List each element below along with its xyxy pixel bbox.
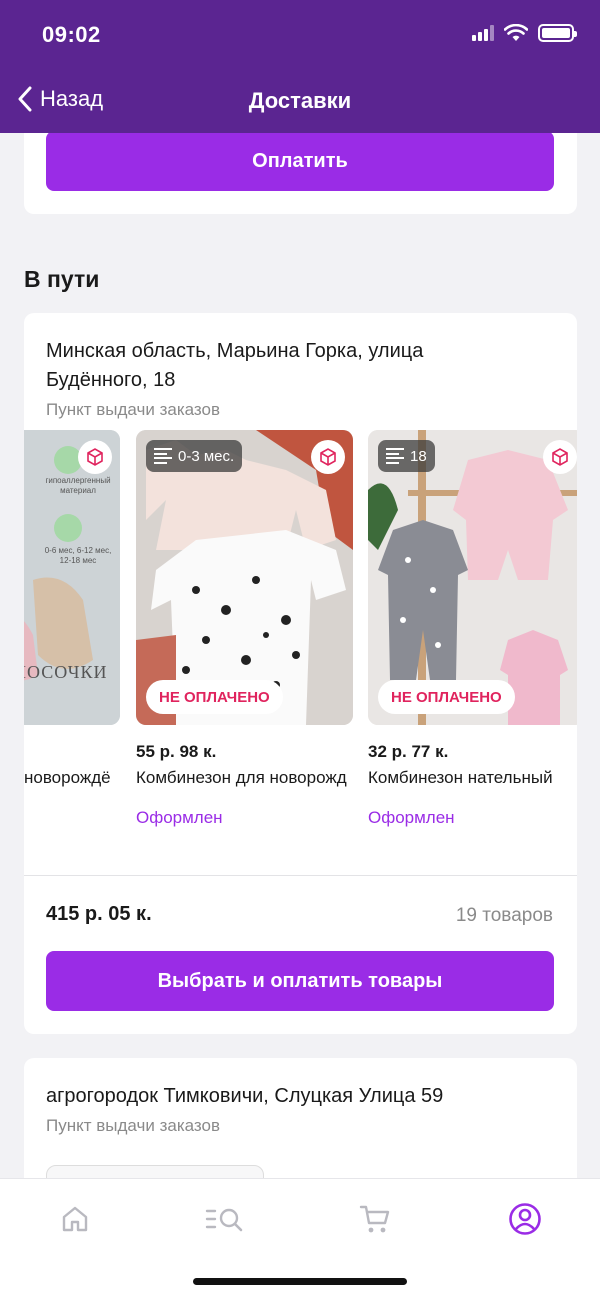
deliveries-list[interactable]: Оплатить В пути Минская область, Марьина… [0,133,600,1178]
age-badge: 0-3 мес. [146,440,243,472]
catalog-search-icon [205,1208,243,1232]
battery-icon [538,24,577,42]
item-price: 55 р. 98 к. [136,742,217,761]
unpaid-badge: НЕ ОПЛАЧЕНО [378,680,515,714]
tab-catalog[interactable] [205,1199,245,1239]
item-name: Комбинезон для новорожд [136,768,347,787]
status-icons [472,24,577,42]
list-icon [154,448,172,464]
item-price: 32 р. 77 к. [368,742,449,761]
tab-cart[interactable] [355,1199,395,1239]
delivery-address: Минская область, Марьина Горка, улица Бу… [46,340,424,391]
wifi-icon [504,24,528,41]
page-title: Доставки [248,88,352,113]
item-name: новорождё [24,768,111,787]
home-icon [62,1206,88,1232]
tab-profile[interactable] [505,1199,545,1239]
image-caption: НОСОЧКИ [24,662,108,682]
select-and-pay-button[interactable]: Выбрать и оплатить товары [46,951,554,1011]
delivery-card: Минская область, Марьина Горка, улица Бу… [24,313,577,1034]
delivery-total: 415 р. 05 к. [46,903,152,925]
divider [24,875,577,876]
home-indicator [193,1278,407,1285]
box-icon [78,440,112,474]
delivery-card-top: Оплатить [24,133,577,214]
item-image: 0-3 мес. НЕ ОПЛАЧЕНО [136,430,353,725]
status-time: 09:02 [42,22,101,47]
delivery-count: 19 товаров [455,905,553,926]
items-carousel[interactable]: гипоаллергенный материал 0-6 мес, 6-12 м… [24,430,577,850]
box-icon [543,440,577,474]
image-caption: гипоаллергенный материал [45,476,111,495]
item-status: Оформлен [136,808,223,827]
delivery-card: агрогородок Тимковичи, Слуцкая Улица 59 … [24,1058,577,1178]
header-bar: 09:02 Назад Доставки [0,0,600,133]
cart-icon [359,1205,390,1233]
delivery-address: агрогородок Тимковичи, Слуцкая Улица 59 [46,1085,444,1107]
signal-icon [472,25,494,41]
item-card[interactable] [46,1165,264,1178]
unpaid-badge: НЕ ОПЛАЧЕНО [146,680,283,714]
item-status: Оформлен [368,808,455,827]
item-image: гипоаллергенный материал 0-6 мес, 6-12 м… [24,430,120,725]
image-caption: 0-6 мес, 6-12 мес, 12-18 мес [44,546,112,565]
delivery-type: Пункт выдачи заказов [46,1116,220,1135]
delivery-type: Пункт выдачи заказов [46,400,220,419]
count-badge: 18 [378,440,435,472]
tab-home[interactable] [55,1199,95,1239]
section-title: В пути [24,266,100,292]
box-icon [311,440,345,474]
pay-button[interactable]: Оплатить [46,133,554,191]
item-image: 18 НЕ ОПЛАЧЕНО [368,430,577,725]
item-name: Комбинезон нательный [368,768,553,787]
list-icon [386,448,404,464]
profile-icon [509,1203,541,1235]
